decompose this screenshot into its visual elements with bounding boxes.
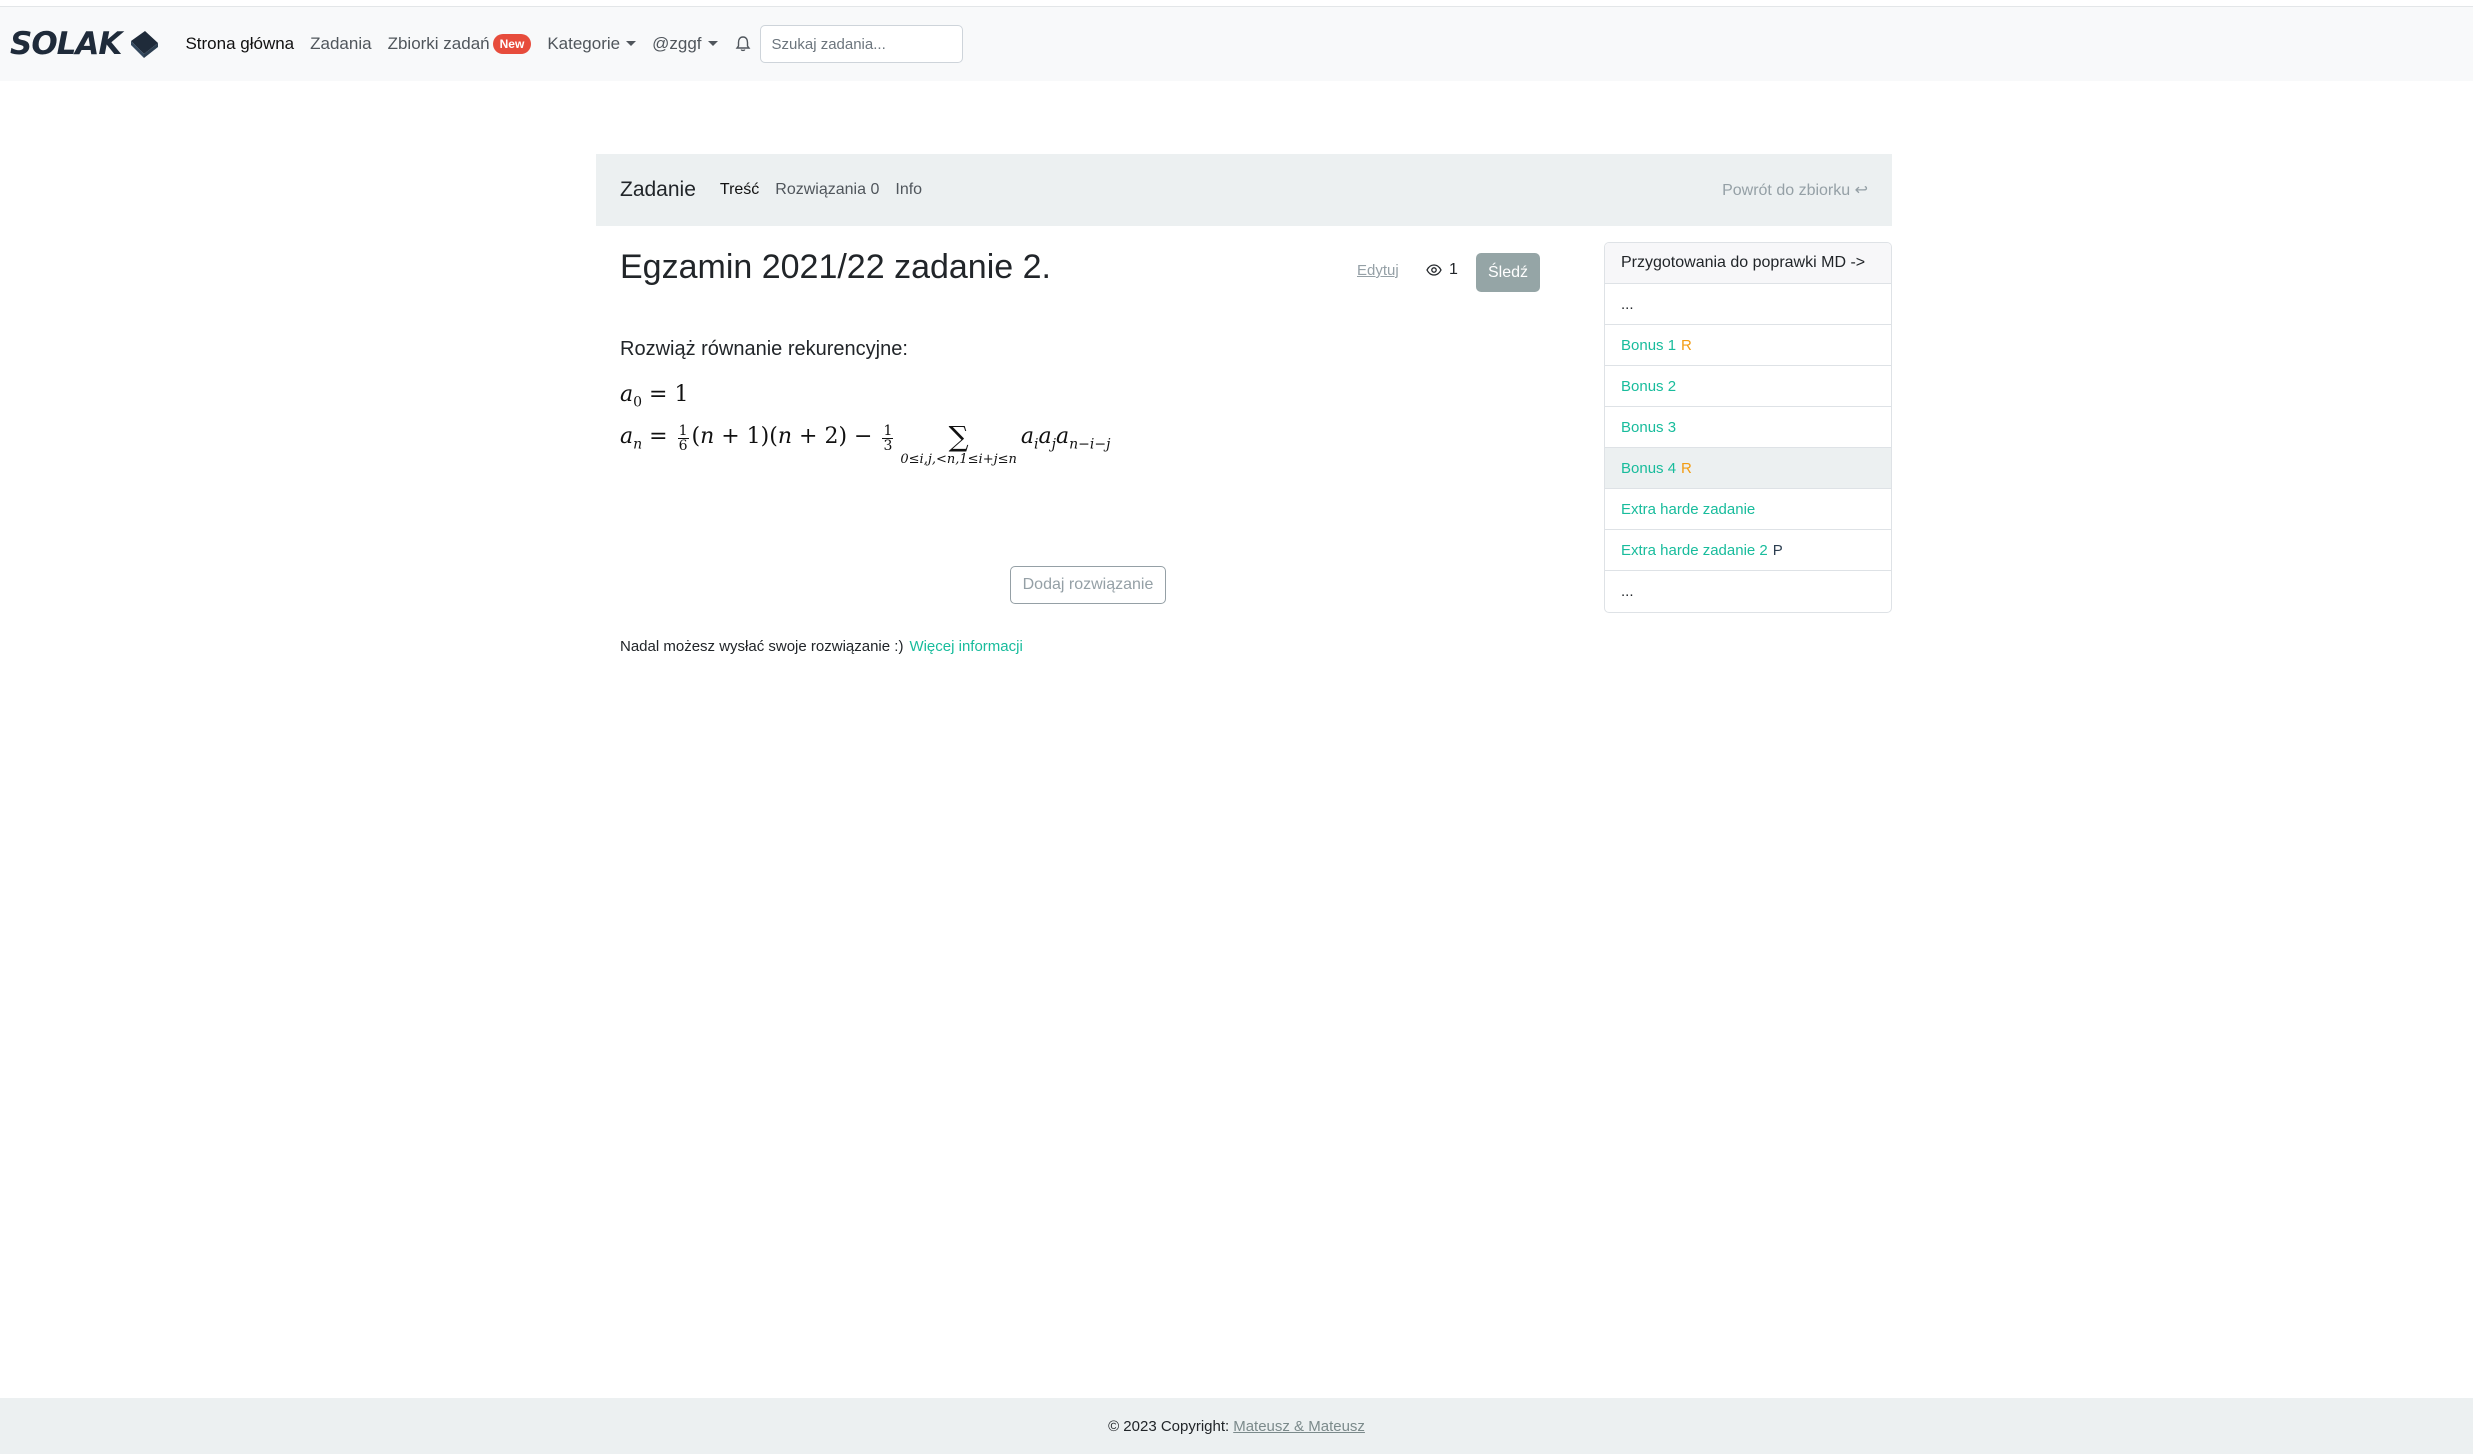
tab-info[interactable]: Info xyxy=(895,181,922,199)
equation-initial: a0 = 1 xyxy=(620,382,689,411)
nav-tasks[interactable]: Zadania xyxy=(310,34,371,54)
add-solution-button[interactable]: Dodaj rozwiązanie xyxy=(1010,566,1166,604)
nav-user-dropdown[interactable]: @zggf xyxy=(652,34,718,54)
notice-text: Nadal możesz wysłać swoje rozwiązanie :) xyxy=(620,638,904,655)
search-input[interactable] xyxy=(759,25,963,63)
solutions-count: 0 xyxy=(870,181,880,198)
top-border xyxy=(0,0,2473,7)
brand-name: SOLAK xyxy=(10,26,122,62)
views-count: 1 xyxy=(1449,261,1458,278)
equation-recurrence: an = 16 (n + 1)(n + 2) − 13 ∑ 0≤i,j,<n,1≤… xyxy=(620,420,1111,468)
task-statement: Rozwiąż równanie rekurencyjne: xyxy=(620,338,908,360)
nav-home[interactable]: Strona główna xyxy=(185,34,294,54)
list-item-bonus-1[interactable]: Bonus 1R xyxy=(1605,325,1891,366)
collection-task-list: Przygotowania do poprawki MD -> ... Bonu… xyxy=(1604,242,1892,613)
tab-solutions[interactable]: Rozwiązania 0 xyxy=(775,181,879,199)
caret-down-icon xyxy=(626,41,637,46)
tab-solutions-label: Rozwiązania xyxy=(775,181,867,198)
list-item-label: Bonus 3 xyxy=(1621,418,1677,436)
list-item-label: Bonus 4 xyxy=(1621,459,1677,477)
back-to-collection-link[interactable]: Powrót do zbiorku ↩ xyxy=(1722,180,1868,200)
more-info-link[interactable]: Więcej informacji xyxy=(909,638,1022,655)
list-item-bonus-3[interactable]: Bonus 3 xyxy=(1605,407,1891,448)
mark-r-badge: R xyxy=(1681,336,1692,354)
list-item-label: Bonus 2 xyxy=(1621,377,1677,395)
list-item-extra-harde[interactable]: Extra harde zadanie xyxy=(1605,489,1891,530)
task-header-bar: Zadanie Treść Rozwiązania 0 Info Powrót … xyxy=(596,154,1892,226)
brand-logo[interactable]: SOLAK xyxy=(10,26,161,62)
views-counter: 1 xyxy=(1426,261,1458,279)
book-icon xyxy=(131,31,159,58)
authors-link[interactable]: Mateusz & Mateusz xyxy=(1233,1418,1365,1435)
list-item-ellipsis[interactable]: ... xyxy=(1605,284,1891,325)
list-item-label: ... xyxy=(1621,583,1634,600)
nav-categories-label: Kategorie xyxy=(547,34,621,53)
tab-content[interactable]: Treść xyxy=(720,181,759,199)
list-item-bonus-2[interactable]: Bonus 2 xyxy=(1605,366,1891,407)
nav-collections-label: Zbiorki zadań xyxy=(387,34,490,53)
collection-header[interactable]: Przygotowania do poprawki MD -> xyxy=(1605,243,1891,284)
follow-button[interactable]: Śledź xyxy=(1476,253,1540,292)
task-bar-title: Zadanie xyxy=(620,178,696,201)
task-title: Egzamin 2021/22 zadanie 2. xyxy=(620,248,1051,286)
copyright-text: © 2023 Copyright: xyxy=(1108,1417,1230,1435)
list-item-bonus-4[interactable]: Bonus 4R xyxy=(1605,448,1891,489)
submission-notice: Nadal możesz wysłać swoje rozwiązanie :)… xyxy=(620,638,1023,655)
list-item-label: Bonus 1 xyxy=(1621,336,1677,354)
list-item-label: ... xyxy=(1621,295,1634,313)
eye-icon xyxy=(1426,264,1442,276)
list-item-label: Extra harde zadanie xyxy=(1621,500,1756,518)
caret-down-icon xyxy=(707,41,718,46)
list-item-label: Extra harde zadanie 2 xyxy=(1621,541,1768,559)
bell-icon[interactable] xyxy=(734,35,752,53)
footer: © 2023 Copyright: Mateusz & Mateusz xyxy=(0,1398,2473,1454)
edit-link[interactable]: Edytuj xyxy=(1357,262,1399,279)
mark-r-badge: R xyxy=(1681,459,1692,477)
list-item-ellipsis[interactable]: ... xyxy=(1605,571,1891,612)
nav-user-label: @zggf xyxy=(652,34,702,53)
navbar: SOLAK Strona główna Zadania Zbiorki zada… xyxy=(0,7,2473,81)
nav-categories-dropdown[interactable]: Kategorie xyxy=(547,34,637,54)
list-item-extra-harde-2[interactable]: Extra harde zadanie 2P xyxy=(1605,530,1891,571)
nav-collections[interactable]: Zbiorki zadań New xyxy=(388,34,532,54)
mark-p-badge: P xyxy=(1772,541,1783,559)
new-badge: New xyxy=(492,34,532,54)
